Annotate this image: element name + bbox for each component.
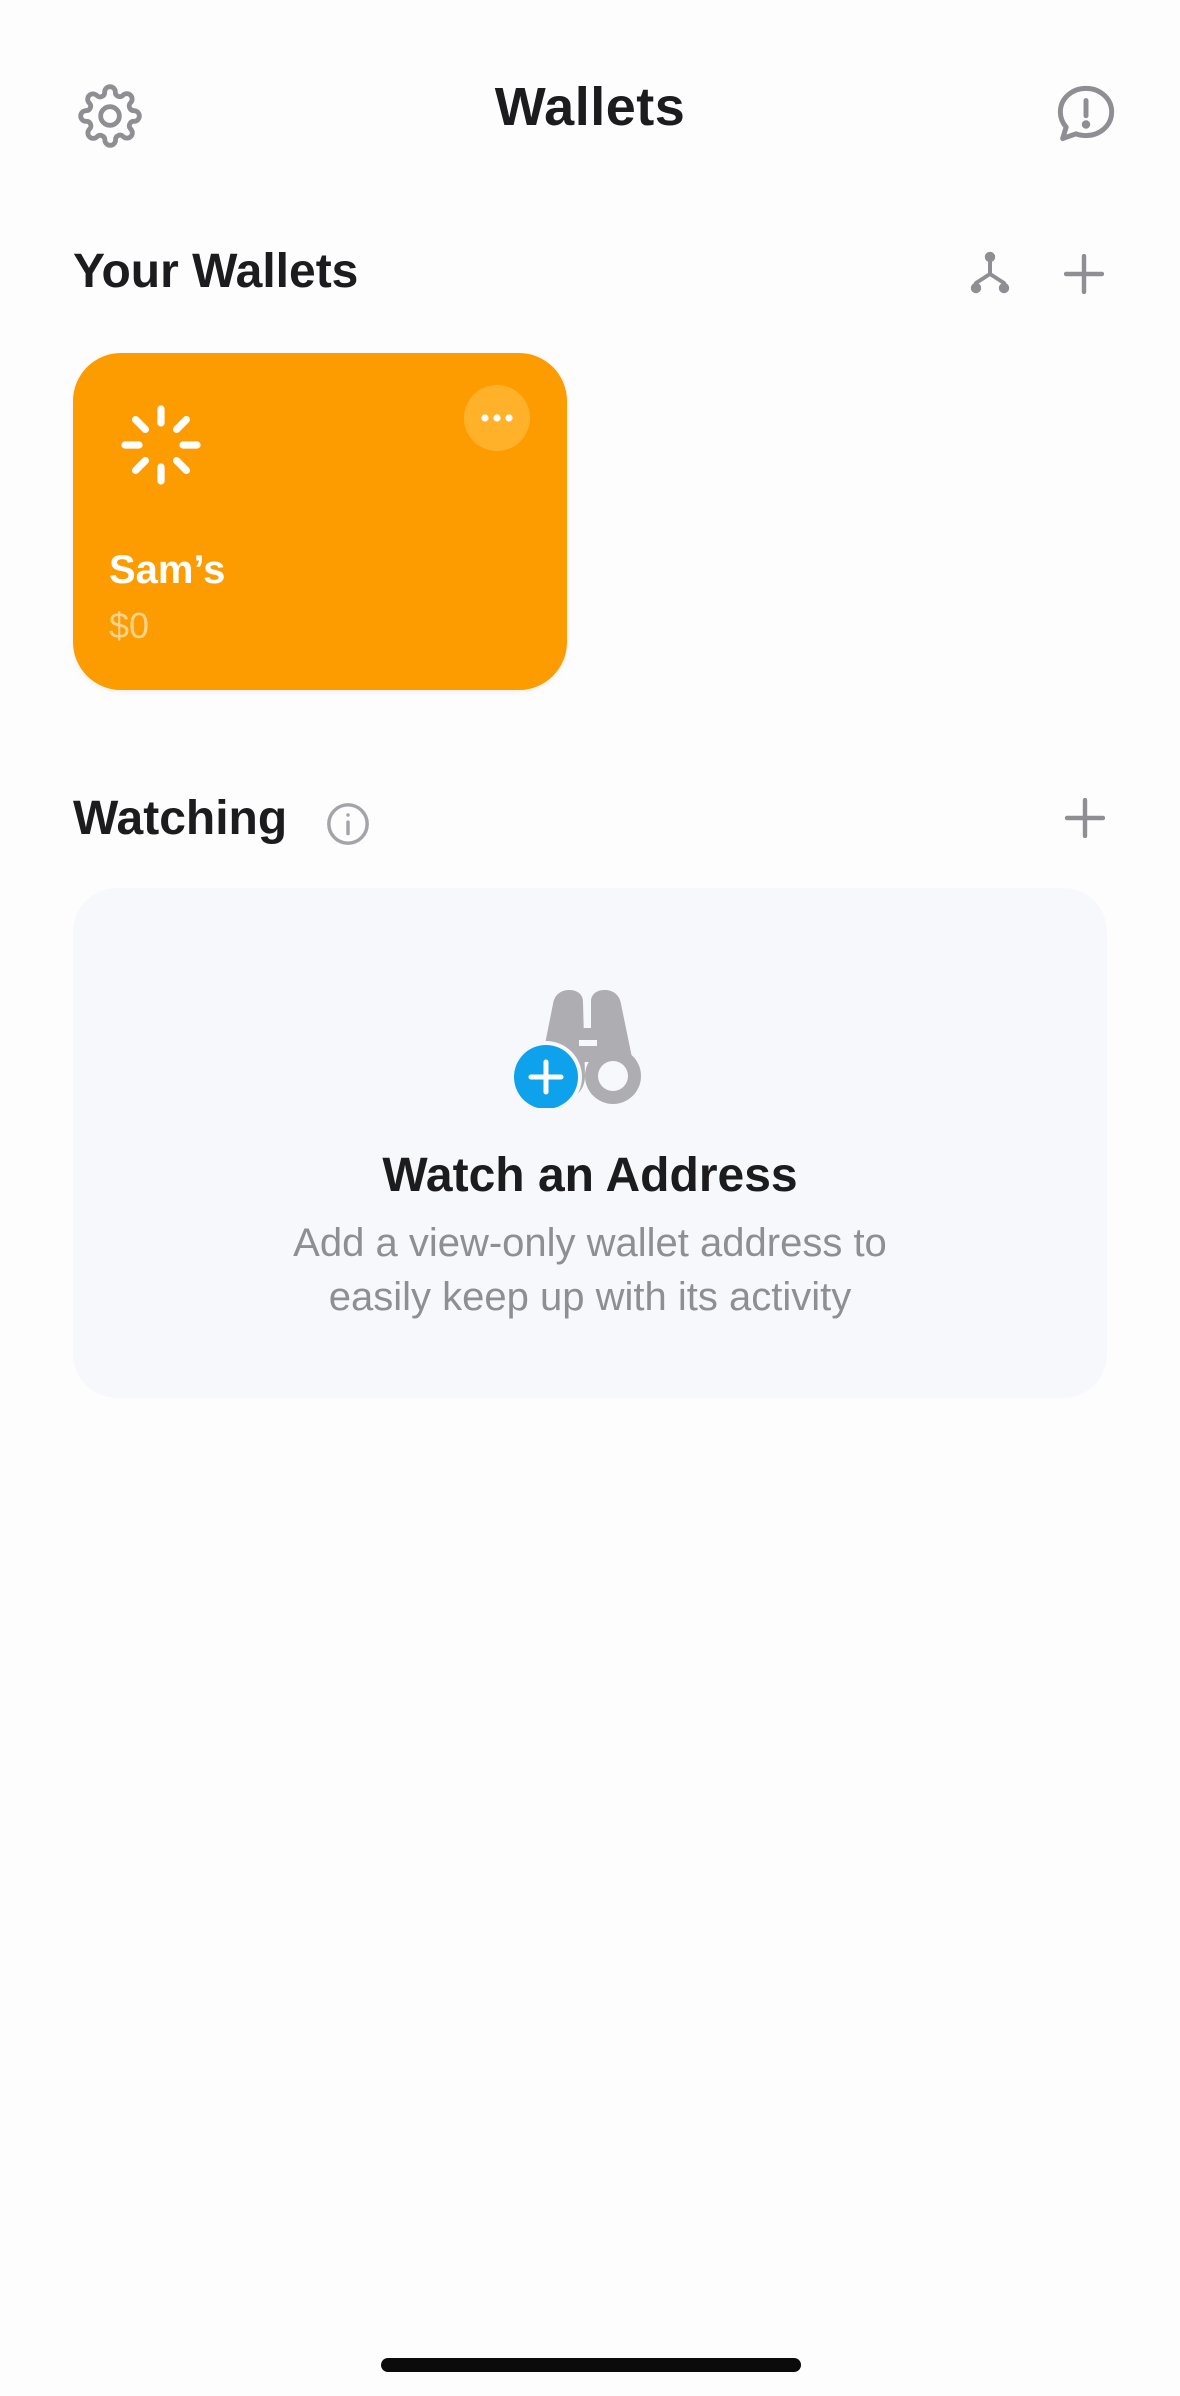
message-alert-icon: [1057, 85, 1115, 141]
add-wallet-button[interactable]: [1056, 246, 1112, 302]
page-title: Wallets: [494, 77, 686, 137]
watch-address-card[interactable]: Watch an Address Add a view-only wallet …: [73, 888, 1107, 1398]
more-horizontal-icon: [481, 414, 513, 422]
wallet-balance: $0: [109, 605, 150, 646]
add-watched-address-button[interactable]: [1057, 790, 1113, 846]
hardware-wallet-icon: [970, 251, 1010, 294]
wallet-name: Sam’s: [109, 548, 226, 592]
feedback-button[interactable]: [1048, 76, 1124, 152]
connect-hardware-wallet-button[interactable]: [962, 246, 1018, 302]
plus-icon: [1065, 798, 1105, 838]
watching-heading: Watching: [73, 792, 288, 845]
watch-address-description: Add a view-only wallet address to easily…: [73, 1216, 1107, 1324]
your-wallets-heading: Your Wallets: [73, 245, 359, 298]
loading-spinner-icon: [121, 405, 201, 485]
wallet-more-button[interactable]: [464, 385, 530, 451]
plus-icon: [1064, 254, 1104, 294]
binoculars-icon: [510, 990, 641, 1108]
wallet-card[interactable]: Sam’s $0: [73, 353, 567, 690]
home-indicator: [381, 2358, 801, 2372]
info-icon: [327, 803, 369, 845]
watch-address-description-text: Add a view-only wallet address to easily…: [293, 1221, 887, 1319]
watch-address-title: Watch an Address: [382, 1149, 798, 1202]
watching-info-button[interactable]: [320, 796, 376, 852]
